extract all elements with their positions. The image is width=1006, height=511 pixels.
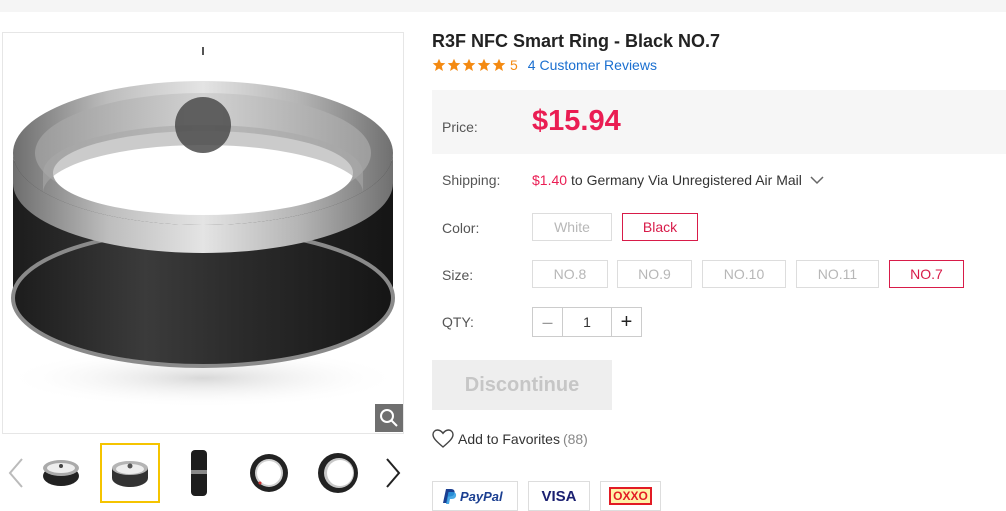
price-box <box>432 90 1006 154</box>
thumbs-next-button[interactable] <box>381 456 405 490</box>
thumbnail-5[interactable] <box>309 444 367 502</box>
thumbnail-image <box>250 454 288 492</box>
ring-image <box>3 47 403 408</box>
favorites-label: Add to Favorites <box>458 431 560 447</box>
paypal-logo: PayPal <box>443 489 503 504</box>
star-icon <box>462 58 476 71</box>
thumbnail-1[interactable] <box>32 444 90 502</box>
thumbnail-3[interactable] <box>170 444 228 502</box>
main-product-image[interactable] <box>2 32 404 434</box>
color-option-white[interactable]: White <box>532 213 612 241</box>
rating-row: 5 4 Customer Reviews <box>432 57 657 73</box>
rating-value: 5 <box>510 57 518 73</box>
thumbnail-image <box>43 460 79 486</box>
product-title: R3F NFC Smart Ring - Black NO.7 <box>432 31 721 51</box>
size-option-no9[interactable]: NO.9 <box>617 260 692 288</box>
star-icon <box>492 58 506 71</box>
visa-text: VISA <box>541 487 577 505</box>
chevron-right-icon <box>386 458 401 488</box>
size-option-no11[interactable]: NO.11 <box>796 260 879 288</box>
size-option-no10[interactable]: NO.10 <box>702 260 786 288</box>
color-label: Color: <box>442 220 480 236</box>
qty-input[interactable] <box>562 308 612 336</box>
size-option-no7[interactable]: NO.7 <box>889 260 964 288</box>
price-value: $15.94 <box>532 105 621 137</box>
star-rating <box>432 58 506 72</box>
payment-visa: VISA <box>528 481 590 511</box>
discontinue-button[interactable]: Discontinue <box>432 360 612 410</box>
zoom-icon <box>380 409 398 427</box>
qty-label: QTY: <box>442 314 474 330</box>
customer-reviews-link[interactable]: 4 Customer Reviews <box>528 57 657 73</box>
shipping-label: Shipping: <box>442 172 501 188</box>
qty-increase-button[interactable]: + <box>612 308 641 336</box>
shipping-selector[interactable]: $1.40 to Germany Via Unregistered Air Ma… <box>532 172 824 188</box>
zoom-button[interactable] <box>375 404 403 432</box>
shipping-description: to Germany Via Unregistered Air Mail <box>571 172 802 188</box>
oxxo-text: OXXO <box>609 487 652 505</box>
thumbnail-2[interactable] <box>100 443 160 503</box>
paypal-text: PayPal <box>460 489 503 504</box>
top-bar <box>0 0 1006 12</box>
shipping-cost: $1.40 <box>532 172 568 188</box>
payment-oxxo: OXXO <box>600 481 661 511</box>
thumbnail-image <box>112 461 148 487</box>
thumbnail-image <box>318 453 358 493</box>
quantity-stepper: – + <box>532 307 642 337</box>
qty-decrease-button[interactable]: – <box>533 308 562 336</box>
thumbnail-image <box>191 450 207 496</box>
payment-paypal: PayPal <box>432 481 518 511</box>
heart-icon <box>432 429 454 448</box>
chevron-left-icon <box>8 458 23 488</box>
favorites-count: (88) <box>562 431 588 447</box>
add-to-favorites[interactable]: Add to Favorites (88) <box>432 429 588 449</box>
chevron-down-icon <box>810 176 824 185</box>
price-label: Price: <box>442 119 478 135</box>
size-option-no8[interactable]: NO.8 <box>532 260 608 288</box>
color-option-black[interactable]: Black <box>622 213 698 241</box>
star-icon <box>477 58 491 71</box>
star-icon <box>447 58 461 71</box>
size-label: Size: <box>442 267 474 283</box>
thumbs-prev-button[interactable] <box>4 456 28 490</box>
star-icon <box>432 58 446 71</box>
thumbnail-4[interactable] <box>240 444 298 502</box>
